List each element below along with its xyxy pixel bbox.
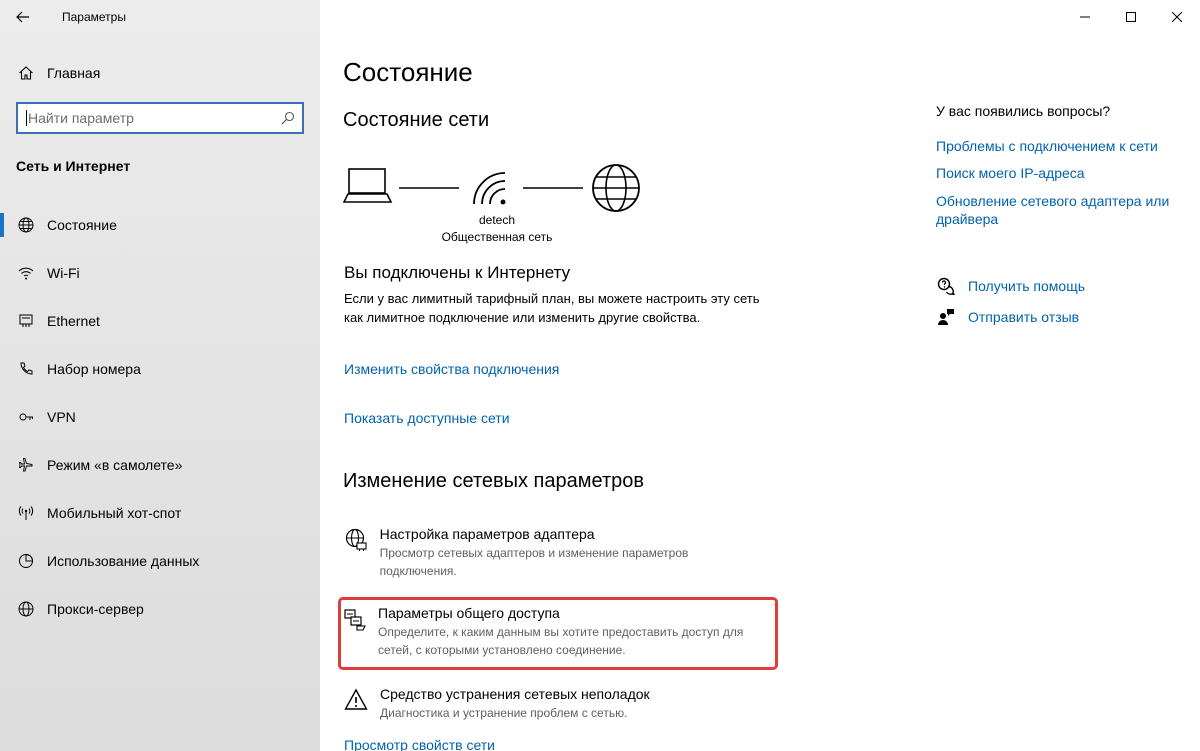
sidebar-section-title: Сеть и Интернет [16, 158, 131, 174]
laptop-icon [343, 168, 393, 203]
update-adapter-driver-link[interactable]: Обновление сетевого адаптера или драйвер… [936, 192, 1186, 228]
main-content: Состояние Состояние сети detech Обществе… [320, 0, 1200, 751]
feedback-person-icon [936, 307, 956, 327]
globe-icon [16, 215, 36, 235]
minimize-icon [1080, 16, 1090, 18]
sidebar-item-label: Набор номера [47, 361, 141, 377]
sidebar-item-label: Wi-Fi [47, 265, 80, 281]
wifi-signal-icon [473, 172, 506, 205]
sidebar-home[interactable]: Главная [0, 56, 320, 90]
help-chat-icon [936, 276, 956, 296]
dialup-icon [16, 359, 36, 379]
sidebar-item-label: Прокси-сервер [47, 601, 144, 617]
network-type: Общественная сеть [441, 230, 553, 244]
sidebar-item-data-usage[interactable]: Использование данных [0, 537, 320, 585]
change-connection-properties-link[interactable]: Изменить свойства подключения [344, 361, 559, 377]
airplane-icon [16, 455, 36, 475]
sidebar: Параметры Главная Сеть и Интернет Состоя… [0, 0, 320, 751]
sidebar-item-vpn[interactable]: VPN [0, 393, 320, 441]
connected-title: Вы подключены к Интернету [344, 263, 571, 282]
connected-description: Если у вас лимитный тарифный план, вы мо… [344, 291, 760, 325]
search-input[interactable] [18, 110, 274, 126]
setting-description: Диагностика и устранение проблем с сетью… [380, 706, 628, 720]
sidebar-item-label: VPN [47, 409, 76, 425]
sidebar-item-label: Использование данных [47, 553, 200, 569]
home-icon [17, 64, 35, 82]
internet-globe-icon [592, 164, 640, 212]
vpn-icon [16, 407, 36, 427]
sidebar-item-label: Состояние [47, 217, 117, 233]
setting-title: Средство устранения сетевых неполадок [380, 686, 650, 702]
send-feedback-link[interactable]: Отправить отзыв [936, 307, 1079, 327]
network-status-heading: Состояние сети [343, 109, 490, 131]
title-bar: Параметры [0, 0, 320, 34]
hotspot-icon [16, 503, 36, 523]
wifi-icon [16, 263, 36, 283]
get-help-link[interactable]: Получить помощь [936, 276, 1085, 296]
data-usage-icon [16, 551, 36, 571]
close-button[interactable] [1154, 0, 1200, 34]
warning-icon [343, 688, 369, 714]
highlight-frame [338, 597, 778, 670]
sidebar-item-label: Режим «в самолете» [47, 457, 183, 473]
page-title: Состояние [343, 57, 473, 87]
setting-title: Настройка параметров адаптера [379, 526, 595, 542]
connection-problems-link[interactable]: Проблемы с подключением к сети [936, 137, 1186, 155]
sidebar-item-label: Ethernet [47, 313, 100, 329]
sidebar-item-wifi[interactable]: Wi-Fi [0, 249, 320, 297]
network-name: detech [478, 213, 516, 227]
back-button[interactable] [0, 0, 46, 34]
show-available-networks-link[interactable]: Показать доступные сети [344, 410, 510, 426]
text-caret [26, 110, 27, 126]
proxy-globe-icon [16, 599, 36, 619]
questions-heading: У вас появились вопросы? [936, 103, 1111, 119]
find-ip-address-link[interactable]: Поиск моего IP-адреса [936, 164, 1186, 182]
sidebar-item-hotspot[interactable]: Мобильный хот-спот [0, 489, 320, 537]
app-title: Параметры [62, 10, 126, 24]
sidebar-home-label: Главная [47, 65, 101, 81]
search-box[interactable] [16, 102, 304, 134]
sidebar-nav: Состояние Wi-Fi Ethernet Набор номера VP… [0, 201, 320, 633]
adapter-globe-icon [343, 528, 369, 554]
change-settings-heading: Изменение сетевых параметров [343, 470, 644, 492]
sidebar-item-proxy[interactable]: Прокси-сервер [0, 585, 320, 633]
back-arrow-icon [16, 11, 29, 23]
adapter-settings-item[interactable]: Настройка параметров адаптера Просмотр с… [343, 526, 763, 580]
maximize-icon [1126, 12, 1136, 22]
get-help-label: Получить помощь [968, 278, 1086, 294]
sidebar-item-status[interactable]: Состояние [0, 201, 320, 249]
view-network-properties-link[interactable]: Просмотр свойств сети [344, 737, 495, 751]
window-controls [1062, 0, 1200, 34]
troubleshooter-item[interactable]: Средство устранения сетевых неполадок Ди… [343, 686, 763, 722]
sidebar-item-label: Мобильный хот-спот [47, 505, 182, 521]
maximize-button[interactable] [1108, 0, 1154, 34]
setting-description: Просмотр сетевых адаптеров и изменение п… [379, 546, 689, 578]
sidebar-item-ethernet[interactable]: Ethernet [0, 297, 320, 345]
close-icon [1172, 12, 1182, 22]
search-icon[interactable] [274, 111, 302, 125]
send-feedback-label: Отправить отзыв [968, 309, 1080, 325]
minimize-button[interactable] [1062, 0, 1108, 34]
sidebar-item-dialup[interactable]: Набор номера [0, 345, 320, 393]
sidebar-item-airplane[interactable]: Режим «в самолете» [0, 441, 320, 489]
ethernet-icon [16, 311, 36, 331]
